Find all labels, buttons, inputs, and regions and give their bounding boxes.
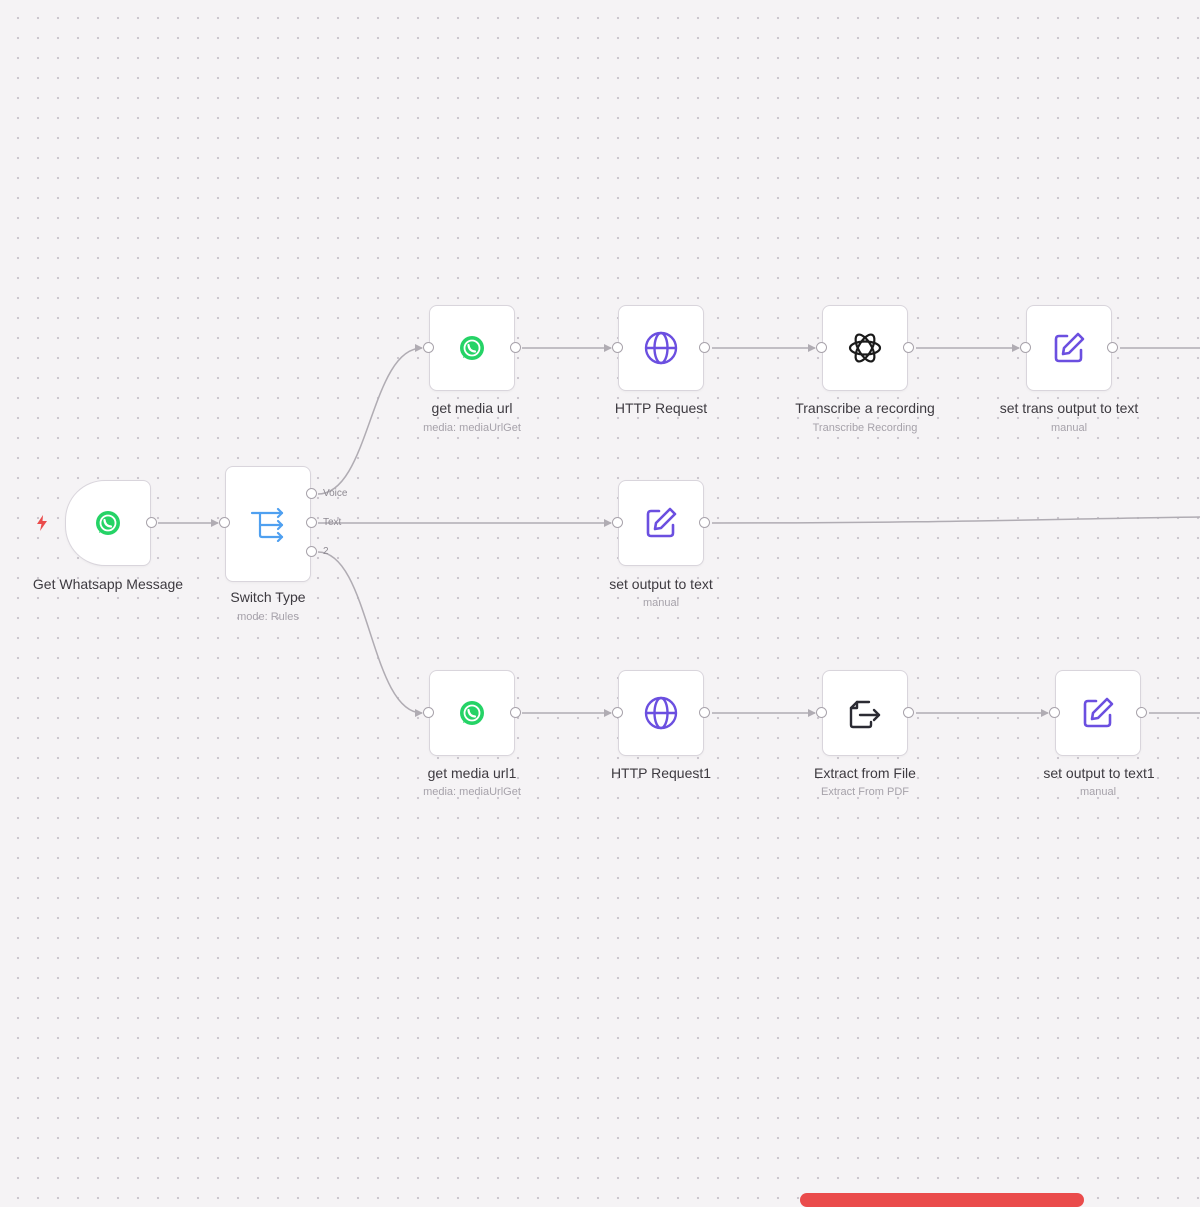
switch-output-port-2[interactable] [306, 546, 317, 557]
workflow-canvas[interactable]: Get Whatsapp Message Voice Text 2 Switch… [0, 0, 1200, 1207]
output-port[interactable] [699, 342, 710, 353]
input-port[interactable] [612, 342, 623, 353]
whatsapp-icon [96, 511, 120, 535]
output-port[interactable] [699, 707, 710, 718]
output-port[interactable] [146, 517, 157, 528]
edit-icon [1083, 697, 1114, 728]
node-http-request1[interactable] [618, 670, 704, 756]
openai-icon [848, 333, 882, 363]
edit-icon [1054, 332, 1085, 363]
node-label: set trans output to text [999, 400, 1139, 416]
globe-icon [644, 331, 678, 365]
input-port[interactable] [816, 707, 827, 718]
node-label: Switch Type [230, 589, 306, 605]
output-port[interactable] [1107, 342, 1118, 353]
trigger-bolt-icon [37, 515, 47, 531]
output-port[interactable] [903, 707, 914, 718]
input-port[interactable] [423, 707, 434, 718]
node-label: Transcribe a recording [795, 400, 935, 416]
node-subtitle: manual [642, 597, 680, 609]
switch-output-label-text: Text [323, 517, 342, 528]
switch-icon [250, 507, 284, 542]
edit-icon [646, 507, 677, 538]
input-port[interactable] [1049, 707, 1060, 718]
node-transcribe-recording[interactable] [822, 305, 908, 391]
input-port[interactable] [612, 517, 623, 528]
input-port[interactable] [816, 342, 827, 353]
node-label: set output to text1 [1043, 765, 1155, 781]
output-port[interactable] [510, 342, 521, 353]
whatsapp-icon [460, 336, 484, 360]
input-port[interactable] [219, 517, 230, 528]
node-subtitle: media: mediaUrlGet [423, 422, 521, 434]
node-get-media-url1[interactable] [429, 670, 515, 756]
node-switch-type[interactable] [225, 466, 311, 582]
node-subtitle: Extract From PDF [820, 786, 909, 798]
output-port[interactable] [903, 342, 914, 353]
switch-output-label-voice: Voice [323, 488, 348, 499]
output-port[interactable] [510, 707, 521, 718]
input-port[interactable] [1020, 342, 1031, 353]
switch-output-port-voice[interactable] [306, 488, 317, 499]
input-port[interactable] [612, 707, 623, 718]
node-get-media-url[interactable] [429, 305, 515, 391]
bottom-action-bar[interactable] [800, 1193, 1084, 1207]
output-port[interactable] [1136, 707, 1147, 718]
edge-switch-voice[interactable] [317, 344, 423, 495]
node-extract-from-file[interactable] [822, 670, 908, 756]
node-label: HTTP Request [614, 400, 708, 416]
node-label: Extract from File [814, 765, 916, 781]
node-set-output[interactable] [618, 480, 704, 566]
output-port[interactable] [699, 517, 710, 528]
edge-setoutput-out[interactable] [711, 516, 1200, 524]
input-port[interactable] [423, 342, 434, 353]
edge-switch-2[interactable] [317, 551, 423, 717]
node-get-whatsapp-message[interactable] [65, 480, 151, 566]
node-subtitle: media: mediaUrlGet [423, 786, 521, 798]
node-subtitle: mode: Rules [237, 611, 299, 623]
node-label: set output to text [609, 576, 713, 592]
node-label: get media url1 [427, 765, 517, 781]
node-label: HTTP Request1 [610, 765, 712, 781]
node-label: get media url [431, 400, 513, 416]
switch-output-label-2: 2 [323, 546, 329, 557]
node-http-request[interactable] [618, 305, 704, 391]
node-set-trans-output[interactable] [1026, 305, 1112, 391]
node-subtitle: Transcribe Recording [812, 422, 918, 434]
node-set-output1[interactable] [1055, 670, 1141, 756]
node-subtitle: manual [1050, 422, 1088, 434]
file-export-icon [849, 700, 881, 729]
switch-output-port-text[interactable] [306, 517, 317, 528]
node-subtitle: manual [1079, 786, 1117, 798]
whatsapp-icon [460, 701, 484, 725]
globe-icon [644, 696, 678, 730]
